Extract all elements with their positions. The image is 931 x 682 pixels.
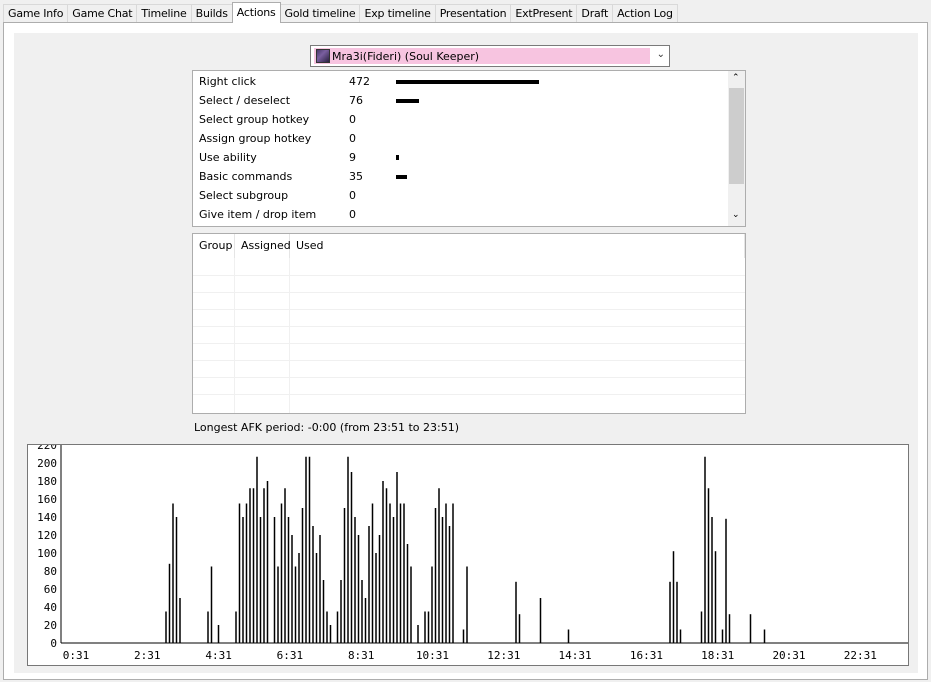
action-count: 472 (349, 75, 370, 88)
list-item[interactable]: Give item / drop item 0 (193, 205, 729, 224)
table-row-line (193, 326, 745, 327)
tab-action-log[interactable]: Action Log (612, 4, 678, 22)
actions-chart-svg: 0 20 40 60 80 100 120 140 160 180 200 220 0:31 2:31 4:… (37, 445, 908, 662)
action-name: Right click (199, 75, 257, 88)
action-count: 0 (349, 189, 356, 202)
list-item[interactable]: Basic commands 35 (193, 167, 729, 186)
x-tick-label: 0:31 (63, 649, 90, 662)
y-tick-label: 220 (37, 445, 57, 452)
chevron-down-icon[interactable]: ⌄ (657, 49, 665, 60)
player-select[interactable]: Mra3i(Fideri) (Soul Keeper) ⌄ (310, 45, 670, 67)
scroll-thumb[interactable] (729, 88, 744, 184)
action-count: 0 (349, 208, 356, 221)
x-tick-label: 18:31 (701, 649, 734, 662)
tab-builds[interactable]: Builds (190, 4, 233, 22)
list-item[interactable]: Assign group hotkey 0 (193, 129, 729, 148)
action-name: Use ability (199, 151, 257, 164)
table-row-line (193, 377, 745, 378)
tab-gold-timeline[interactable]: Gold timeline (279, 4, 361, 22)
y-tick-label: 100 (37, 547, 57, 560)
action-count-bar (396, 175, 407, 179)
actions-content: Mra3i(Fideri) (Soul Keeper) ⌄ ⌃ ⌄ Right … (14, 33, 918, 673)
y-tick-label: 140 (37, 511, 57, 524)
table-row-line (193, 309, 745, 310)
y-tick-label: 60 (44, 583, 57, 596)
action-count: 0 (349, 132, 356, 145)
tab-game-info[interactable]: Game Info (3, 4, 69, 22)
y-tick-label: 80 (44, 565, 57, 578)
tab-presentation[interactable]: Presentation (434, 4, 512, 22)
list-item[interactable]: Select / deselect 76 (193, 91, 729, 110)
action-name: Basic commands (199, 170, 293, 183)
tab-game-chat[interactable]: Game Chat (67, 4, 138, 22)
action-count: 35 (349, 170, 363, 183)
tab-strip: Game Info Game Chat Timeline Builds Actions G… (3, 2, 678, 23)
x-tick-label: 4:31 (205, 649, 232, 662)
x-tick-label: 6:31 (277, 649, 304, 662)
y-tick-label: 200 (37, 457, 57, 470)
action-count-bar (396, 80, 539, 84)
table-row-line (193, 343, 745, 344)
actions-chart: 0 20 40 60 80 100 120 140 160 180 200 220 0:31 2:31 4:… (27, 444, 909, 666)
x-tick-label: 22:31 (844, 649, 877, 662)
table-row-line (193, 275, 745, 276)
y-tick-label: 40 (44, 601, 57, 614)
action-count-list[interactable]: ⌃ ⌄ Right click 472 Select / deselect 76 Sel… (192, 70, 746, 227)
scroll-up-icon[interactable]: ⌃ (732, 73, 740, 83)
x-tick-label: 10:31 (416, 649, 449, 662)
x-tick-label: 12:31 (487, 649, 520, 662)
x-tick-label: 14:31 (559, 649, 592, 662)
x-tick-label: 20:31 (772, 649, 805, 662)
y-tick-label: 180 (37, 475, 57, 488)
actions-panel: Mra3i(Fideri) (Soul Keeper) ⌄ ⌃ ⌄ Right … (3, 22, 928, 680)
action-count-bar (396, 99, 419, 103)
list-item[interactable]: Right click 472 (193, 72, 729, 91)
x-tick-label: 2:31 (134, 649, 161, 662)
list-scrollbar[interactable]: ⌃ ⌄ (728, 71, 745, 226)
x-tick-label: 16:31 (630, 649, 663, 662)
column-divider (234, 258, 235, 413)
action-count: 9 (349, 151, 356, 164)
action-count: 76 (349, 94, 363, 107)
column-header-assigned[interactable]: Assigned (235, 234, 291, 258)
column-header-used[interactable]: Used (290, 234, 745, 258)
group-table: Group Assigned Used (192, 233, 746, 414)
action-name: Assign group hotkey (199, 132, 312, 145)
action-count-bar (396, 155, 399, 160)
tab-extpresent[interactable]: ExtPresent (510, 4, 578, 22)
action-name: Give item / drop item (199, 208, 317, 221)
player-select-text: Mra3i(Fideri) (Soul Keeper) (332, 49, 480, 63)
y-tick-label: 160 (37, 493, 57, 506)
y-tick-label: 20 (44, 619, 57, 632)
action-name: Select group hotkey (199, 113, 310, 126)
column-header-group[interactable]: Group (193, 234, 235, 258)
table-row-line (193, 292, 745, 293)
tab-exp-timeline[interactable]: Exp timeline (359, 4, 436, 22)
scroll-down-icon[interactable]: ⌄ (732, 210, 740, 220)
player-select-value: Mra3i(Fideri) (Soul Keeper) (314, 48, 650, 64)
action-name: Select / deselect (199, 94, 291, 107)
y-tick-label: 0 (50, 637, 57, 650)
action-name: Select subgroup (199, 189, 289, 202)
list-item[interactable]: Use ability 9 (193, 148, 729, 167)
tab-timeline[interactable]: Timeline (136, 4, 192, 22)
table-row-line (193, 394, 745, 395)
action-count: 0 (349, 113, 356, 126)
list-item[interactable]: Select subgroup 0 (193, 186, 729, 205)
tab-draft[interactable]: Draft (576, 4, 614, 22)
tab-actions[interactable]: Actions (231, 2, 281, 23)
column-divider (289, 258, 290, 413)
table-row-line (193, 360, 745, 361)
afk-period-text: Longest AFK period: -0:00 (from 23:51 to… (194, 421, 460, 434)
x-tick-label: 8:31 (348, 649, 375, 662)
y-tick-label: 120 (37, 529, 57, 542)
list-item[interactable]: Select group hotkey 0 (193, 110, 729, 129)
hero-portrait-icon (316, 49, 330, 63)
